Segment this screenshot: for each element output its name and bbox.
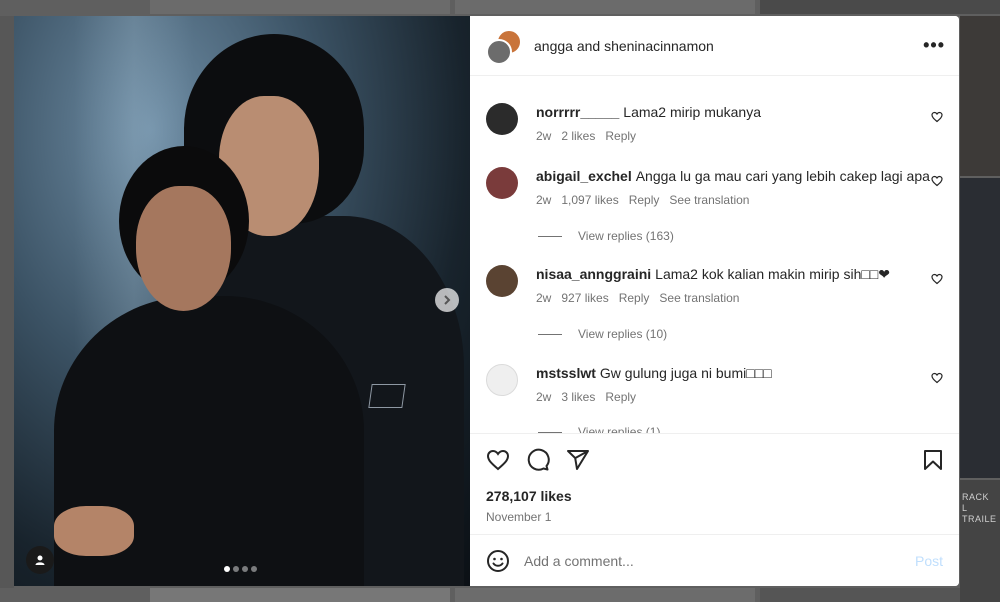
avatar[interactable]: [486, 167, 518, 199]
side-text-line: RACK: [962, 492, 990, 502]
divider: [538, 333, 562, 335]
post-comment-button[interactable]: Post: [915, 553, 943, 569]
comment: norrrrr_____ Lama2 mirip mukanya 2w 2 lik…: [486, 103, 943, 143]
comment-meta: 2w 2 likes Reply: [536, 129, 943, 143]
post-photo[interactable]: [14, 16, 470, 586]
collab-avatars[interactable]: [486, 28, 522, 65]
avatar[interactable]: [486, 103, 518, 135]
comment: mstsslwt Gw gulung juga ni bumi□□□ 2w 3 l…: [486, 364, 943, 404]
background-tile: [150, 0, 450, 14]
comment-line: abigail_exchel Angga lu ga mau cari yang …: [536, 167, 943, 185]
carousel-dot: [251, 566, 257, 572]
post-header: angga and sheninacinnamon •••: [470, 16, 959, 76]
comment: abigail_exchel Angga lu ga mau cari yang …: [486, 167, 943, 207]
add-comment-input[interactable]: Add a comment...: [524, 553, 915, 569]
comment-composer: Add a comment... Post: [470, 534, 959, 586]
divider: [538, 431, 562, 433]
comment-text: Gw gulung juga ni bumi□□□: [599, 365, 772, 381]
view-replies-button[interactable]: View replies (1): [538, 425, 660, 433]
post-authors[interactable]: angga and sheninacinnamon: [534, 38, 923, 54]
comment-text: Lama2 mirip mukanya: [623, 104, 762, 120]
like-comment-heart-icon[interactable]: [931, 111, 943, 123]
post-date[interactable]: November 1: [470, 510, 959, 524]
jacket-badge: [368, 384, 406, 408]
photo-figure: [54, 506, 134, 556]
user-icon: [35, 555, 45, 565]
comment-body: mstsslwt Gw gulung juga ni bumi□□□ 2w 3 l…: [536, 364, 943, 404]
comment-line: nisaa_annggraini Lama2 kok kalian makin m…: [536, 265, 943, 283]
chevron-right-icon: [444, 295, 451, 305]
carousel-dot: [224, 566, 230, 572]
background-tile: [960, 16, 1000, 176]
comment-username[interactable]: nisaa_annggraini: [536, 266, 651, 282]
comment-line: mstsslwt Gw gulung juga ni bumi□□□: [536, 364, 943, 382]
comment-username[interactable]: norrrrr_____: [536, 104, 619, 120]
comment-username[interactable]: mstsslwt: [536, 365, 596, 381]
like-comment-heart-icon[interactable]: [931, 273, 943, 285]
comment-time[interactable]: 2w: [536, 129, 551, 143]
comment-line: norrrrr_____ Lama2 mirip mukanya: [536, 103, 943, 121]
like-comment-heart-icon[interactable]: [931, 372, 943, 384]
tagged-users-button[interactable]: [26, 546, 54, 574]
comment-meta: 2w 3 likes Reply: [536, 390, 943, 404]
background-tile: [455, 0, 755, 14]
see-translation-button[interactable]: See translation: [659, 291, 739, 305]
background-tile: [455, 588, 755, 602]
comment-meta: 2w 1,097 likes Reply See translation: [536, 193, 943, 207]
carousel-dot: [233, 566, 239, 572]
reply-button[interactable]: Reply: [605, 390, 636, 404]
background-tile: [760, 588, 960, 602]
reply-button[interactable]: Reply: [605, 129, 636, 143]
comment-time[interactable]: 2w: [536, 291, 551, 305]
comment-body: norrrrr_____ Lama2 mirip mukanya 2w 2 lik…: [536, 103, 943, 143]
comment-body: nisaa_annggraini Lama2 kok kalian makin m…: [536, 265, 943, 305]
reply-button[interactable]: Reply: [619, 291, 650, 305]
comment-time[interactable]: 2w: [536, 193, 551, 207]
post-actions: [470, 434, 959, 486]
likes-count[interactable]: 278,107 likes: [470, 488, 959, 504]
photo-figure: [136, 186, 231, 311]
comment-likes[interactable]: 1,097 likes: [561, 193, 618, 207]
avatar[interactable]: [486, 38, 512, 65]
avatar[interactable]: [486, 265, 518, 297]
carousel-dot: [242, 566, 248, 572]
comment-likes[interactable]: 927 likes: [561, 291, 608, 305]
like-comment-heart-icon[interactable]: [931, 175, 943, 187]
see-translation-button[interactable]: See translation: [669, 193, 749, 207]
divider: [538, 235, 562, 237]
post-panel: angga and sheninacinnamon ••• norrrrr___…: [470, 16, 959, 586]
view-replies-button[interactable]: View replies (163): [538, 229, 674, 243]
more-options-icon[interactable]: •••: [923, 35, 945, 56]
background-tile: [960, 178, 1000, 478]
carousel-next-button[interactable]: [435, 288, 459, 312]
emoji-icon[interactable]: [486, 549, 510, 573]
bookmark-icon[interactable]: [921, 448, 945, 472]
comment-username[interactable]: abigail_exchel: [536, 168, 632, 184]
comment-text: Angga lu ga mau cari yang lebih cakep la…: [635, 168, 930, 184]
carousel-dots: [224, 566, 257, 572]
background-side-text: RACK L TRAILE: [962, 492, 1000, 525]
avatar[interactable]: [486, 364, 518, 396]
comment-body: abigail_exchel Angga lu ga mau cari yang …: [536, 167, 943, 207]
like-heart-icon[interactable]: [486, 448, 510, 472]
share-icon[interactable]: [566, 448, 590, 472]
background-tile: [150, 588, 450, 602]
comment-time[interactable]: 2w: [536, 390, 551, 404]
background-tile: [0, 16, 14, 588]
view-replies-label[interactable]: View replies (1): [578, 425, 660, 433]
background-tile: [760, 0, 1000, 14]
comment-likes[interactable]: 2 likes: [561, 129, 595, 143]
view-replies-label[interactable]: View replies (10): [578, 327, 667, 341]
comment-icon[interactable]: [526, 448, 550, 472]
comment-meta: 2w 927 likes Reply See translation: [536, 291, 943, 305]
view-replies-button[interactable]: View replies (10): [538, 327, 667, 341]
comment-list[interactable]: norrrrr_____ Lama2 mirip mukanya 2w 2 lik…: [470, 76, 959, 434]
view-replies-label[interactable]: View replies (163): [578, 229, 674, 243]
reply-button[interactable]: Reply: [629, 193, 660, 207]
side-text-line: L TRAILE: [962, 503, 997, 524]
comment-likes[interactable]: 3 likes: [561, 390, 595, 404]
post-modal: angga and sheninacinnamon ••• norrrrr___…: [14, 16, 959, 586]
comment: nisaa_annggraini Lama2 kok kalian makin m…: [486, 265, 943, 305]
comment-text: Lama2 kok kalian makin mirip sih□□❤: [655, 266, 890, 282]
